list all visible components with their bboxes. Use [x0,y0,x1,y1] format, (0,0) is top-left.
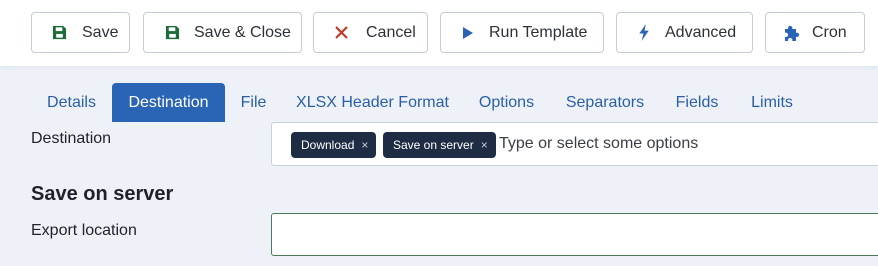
tab-xlsx-header-format[interactable]: XLSX Header Format [282,83,463,122]
save-and-close-button[interactable]: Save & Close [143,12,302,53]
chip-remove-icon[interactable]: × [474,138,496,152]
save-button-label: Save [82,23,119,41]
advanced-button[interactable]: Advanced [616,12,753,53]
export-location-label: Export location [31,222,137,239]
chip-label: Save on server [393,138,474,152]
save-icon [50,24,68,42]
puzzle-icon [783,24,801,42]
bolt-icon [635,24,653,42]
save-and-close-button-label: Save & Close [194,23,291,41]
toolbar: Save Save & Close Cancel Run Template Ad… [0,0,878,66]
run-template-button[interactable]: Run Template [440,12,604,53]
destination-chip-save-on-server: Save on server × [383,132,496,158]
play-icon [459,24,477,42]
tab-label: XLSX Header Format [296,93,449,111]
section-title: Save on server [31,183,174,205]
destination-search-input[interactable]: Type or select some options [499,135,698,153]
tab-label: Details [47,93,96,111]
tab-label: File [240,93,267,111]
destination-select[interactable]: Download × Save on server × Type or sele… [271,122,878,166]
chip-remove-icon[interactable]: × [354,138,376,152]
close-icon [332,24,350,42]
cron-button-label: Cron [812,23,847,41]
tab-limits[interactable]: Limits [734,83,810,122]
tab-label: Options [478,93,535,111]
destination-chip-download: Download × [291,132,377,158]
tab-label: Fields [675,93,719,111]
cancel-button[interactable]: Cancel [313,12,428,53]
tab-details[interactable]: Details [31,83,112,122]
tab-fields[interactable]: Fields [660,83,734,122]
tab-separators[interactable]: Separators [550,83,660,122]
tab-label: Destination [128,93,209,111]
tab-destination[interactable]: Destination [112,83,225,122]
cron-button[interactable]: Cron [765,12,865,53]
export-location-input[interactable] [271,213,878,256]
save-button[interactable]: Save [31,12,130,53]
tab-file[interactable]: File [225,83,282,122]
tab-label: Limits [751,93,793,111]
destination-label: Destination [31,130,112,147]
advanced-button-label: Advanced [665,23,737,41]
tab-options[interactable]: Options [463,83,550,122]
chip-label: Download [301,138,355,152]
save-icon [163,24,181,42]
run-template-button-label: Run Template [489,23,588,41]
cancel-button-label: Cancel [366,23,416,41]
tab-label: Separators [565,93,645,111]
